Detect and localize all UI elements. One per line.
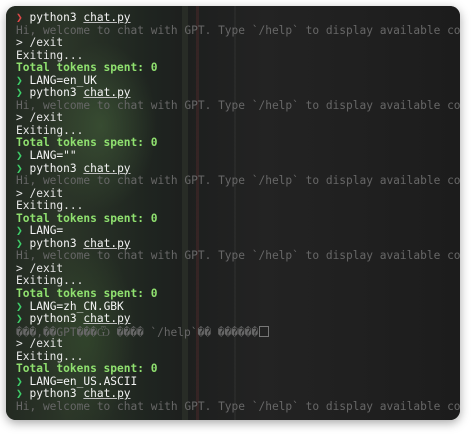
prompt-line: ❯ python3 chat.py <box>16 312 454 326</box>
terminal-window: ❯ python3 chat.py Hi, welcome to chat wit… <box>6 6 460 420</box>
command-text: python3 <box>29 86 77 100</box>
line-text: > /exit <box>16 186 64 200</box>
prompt-chevron-icon: ❯ <box>16 387 30 401</box>
command-argument: chat.py <box>83 161 131 175</box>
line-text: Exiting... <box>16 48 84 62</box>
line-text: Total tokens spent: 0 <box>16 61 158 75</box>
command-argument: chat.py <box>83 236 131 250</box>
welcome-message: Hi, welcome to chat with GPT. Type `/hel… <box>16 174 460 188</box>
line-text: Total tokens spent: 0 <box>16 136 158 150</box>
line-text: Hi, welcome to chat with GPT. Type `/hel… <box>16 23 460 37</box>
prompt-chevron-icon: ❯ <box>16 299 30 313</box>
command-argument: chat.py <box>83 86 131 100</box>
command-text: LANG=zh_CN.GBK <box>29 299 124 313</box>
welcome-message: Hi, welcome to chat with GPT. Type `/hel… <box>16 400 460 414</box>
line-text: Hi, welcome to chat with GPT. Type `/hel… <box>16 98 460 112</box>
line-text: Total tokens spent: 0 <box>16 211 158 225</box>
command-text: python3 <box>29 312 77 326</box>
prompt-line: ❯ LANG="" <box>16 149 454 163</box>
prompt-line: ❯ LANG= <box>16 225 454 238</box>
token-count-line: Total tokens spent: 0 <box>16 137 454 150</box>
unknown-glyph-icon <box>259 325 270 337</box>
prompt-chevron-icon: ❯ <box>16 73 30 87</box>
prompt-chevron-icon: ❯ <box>16 312 30 326</box>
command-text: LANG=en_US.ASCII <box>29 374 138 388</box>
command-argument: chat.py <box>83 387 131 401</box>
welcome-message: Hi, welcome to chat with GPT. Type `/hel… <box>16 24 460 38</box>
line-text: Hi, welcome to chat with GPT. Type `/hel… <box>16 399 460 413</box>
command-argument: chat.py <box>83 11 131 24</box>
line-text: Exiting... <box>16 199 84 213</box>
command-text: python3 <box>29 161 77 175</box>
prompt-chevron-icon: ❯ <box>16 236 30 250</box>
command-text: LANG= <box>29 224 64 238</box>
welcome-message: Hi, welcome to chat with GPT. Type `/hel… <box>16 250 460 263</box>
line-text: Exiting... <box>16 274 84 288</box>
welcome-message: Hi, welcome to chat with GPT. Type `/hel… <box>16 99 460 113</box>
terminal-output[interactable]: ❯ python3 chat.py Hi, welcome to chat wit… <box>16 11 460 414</box>
line-text: Exiting... <box>16 123 84 137</box>
line-text: Exiting... <box>16 349 84 363</box>
command-text: LANG=en_UK <box>29 73 97 87</box>
prompt-chevron-icon: ❯ <box>16 374 30 388</box>
line-text: > /exit <box>16 111 64 125</box>
line-text: > /exit <box>16 261 64 275</box>
token-count-line: Total tokens spent: 0 <box>16 211 454 226</box>
line-text: Hi, welcome to chat with GPT. Type `/hel… <box>16 174 460 188</box>
line-text: Total tokens spent: 0 <box>16 287 158 301</box>
line-text: Hi, welcome to chat with GPT. Type `/hel… <box>16 249 460 263</box>
prompt-chevron-icon: ❯ <box>16 149 30 163</box>
welcome-message: ���,��GPT���Ѿ ���� `/help`�� ������ <box>16 325 454 338</box>
prompt-chevron-icon: ❯ <box>16 161 30 175</box>
prompt-chevron-icon: ❯ <box>16 11 30 24</box>
line-text: > /exit <box>16 36 64 50</box>
command-text: LANG="" <box>29 149 77 163</box>
line-text: Total tokens spent: 0 <box>16 362 158 376</box>
prompt-chevron-icon: ❯ <box>16 86 30 100</box>
line-text: > /exit <box>16 337 64 351</box>
command-text: python3 <box>29 11 77 24</box>
command-text: python3 <box>29 387 77 401</box>
command-text: python3 <box>29 236 77 250</box>
prompt-chevron-icon: ❯ <box>16 224 30 238</box>
command-argument: chat.py <box>83 312 131 326</box>
